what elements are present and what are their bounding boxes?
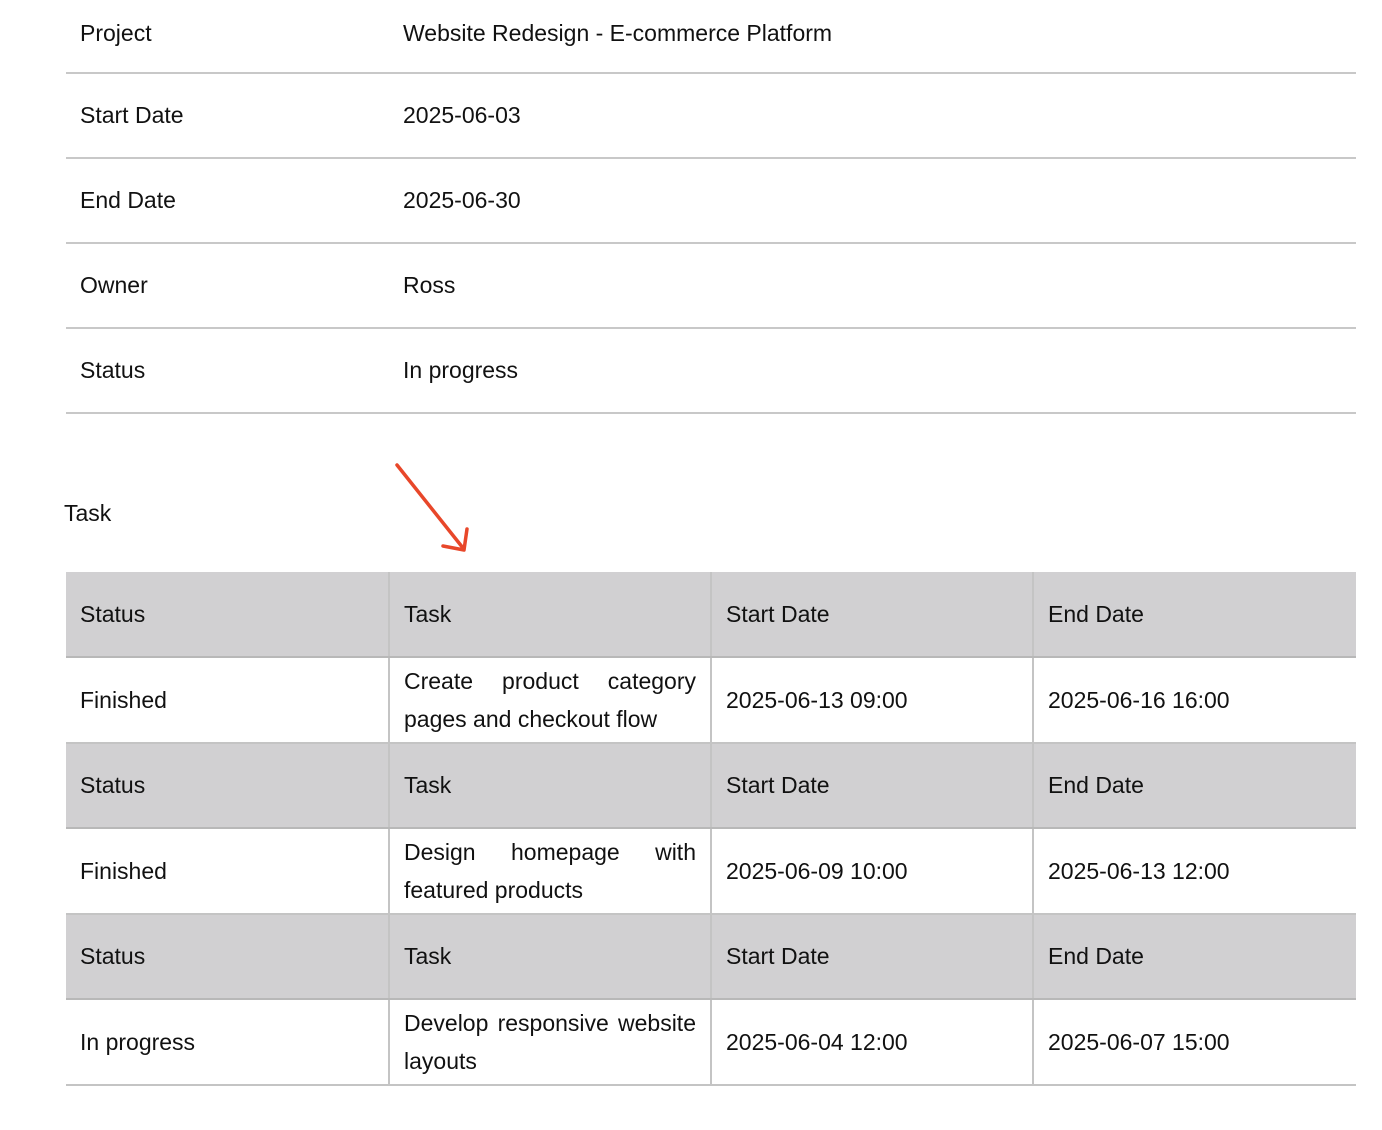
column-header-task: Task — [389, 914, 712, 1000]
task-table-header-row: Status Task Start Date End Date — [66, 914, 1356, 1000]
task-name: Design homepage with featured products — [389, 828, 712, 915]
task-table-header-row: Status Task Start Date End Date — [66, 572, 1356, 658]
annotation-arrow-icon — [395, 463, 469, 552]
task-name-text: Design homepage with featured products — [404, 839, 696, 903]
column-header-status: Status — [66, 914, 390, 1000]
info-row-status: Status In progress — [66, 329, 1356, 414]
task-table-header-row: Status Task Start Date End Date — [66, 743, 1356, 829]
task-start-date: 2025-06-13 09:00 — [711, 657, 1034, 744]
task-name: Create product category pages and checko… — [389, 657, 712, 744]
column-header-start-date: Start Date — [711, 743, 1034, 829]
column-header-end-date: End Date — [1033, 743, 1356, 829]
task-status: Finished — [66, 657, 390, 744]
info-row-end-date: End Date 2025-06-30 — [66, 159, 1356, 244]
info-value: 2025-06-03 — [403, 102, 521, 128]
column-header-task: Task — [389, 743, 712, 829]
info-row-start-date: Start Date 2025-06-03 — [66, 74, 1356, 159]
column-header-status: Status — [66, 743, 390, 829]
info-label: Owner — [80, 272, 148, 298]
info-value: In progress — [403, 357, 519, 383]
column-header-status: Status — [66, 572, 390, 658]
task-table: Status Task Start Date End Date Finished… — [66, 572, 1356, 1086]
info-value: 2025-06-30 — [403, 187, 521, 213]
column-header-end-date: End Date — [1033, 914, 1356, 1000]
column-header-start-date: Start Date — [711, 572, 1034, 658]
task-name: Develop responsive website layouts — [389, 999, 712, 1086]
task-start-date: 2025-06-04 12:00 — [711, 999, 1034, 1086]
info-label: Status — [80, 357, 146, 383]
info-value: Website Redesign - E-commerce Platform — [403, 20, 833, 46]
task-end-date: 2025-06-07 15:00 — [1033, 999, 1356, 1086]
table-row: Finished Create product category pages a… — [66, 657, 1356, 744]
column-header-end-date: End Date — [1033, 572, 1356, 658]
info-label: Start Date — [80, 102, 184, 128]
task-start-date: 2025-06-09 10:00 — [711, 828, 1034, 915]
info-row-owner: Owner Ross — [66, 244, 1356, 329]
task-status: In progress — [66, 999, 390, 1086]
table-row: In progress Develop responsive website l… — [66, 999, 1356, 1086]
info-row-project: Project Website Redesign - E-commerce Pl… — [66, 0, 1356, 74]
task-end-date: 2025-06-13 12:00 — [1033, 828, 1356, 915]
table-row: Finished Design homepage with featured p… — [66, 828, 1356, 915]
info-label: End Date — [80, 187, 176, 213]
task-name-text: Develop responsive website layouts — [404, 1010, 696, 1074]
task-name-text: Create product category pages and checko… — [404, 668, 696, 732]
task-end-date: 2025-06-16 16:00 — [1033, 657, 1356, 744]
column-header-task: Task — [389, 572, 712, 658]
column-header-start-date: Start Date — [711, 914, 1034, 1000]
task-section-heading: Task — [64, 500, 112, 526]
project-info-table: Project Website Redesign - E-commerce Pl… — [66, 0, 1356, 414]
task-status: Finished — [66, 828, 390, 915]
info-label: Project — [80, 20, 152, 46]
info-value: Ross — [403, 272, 456, 298]
